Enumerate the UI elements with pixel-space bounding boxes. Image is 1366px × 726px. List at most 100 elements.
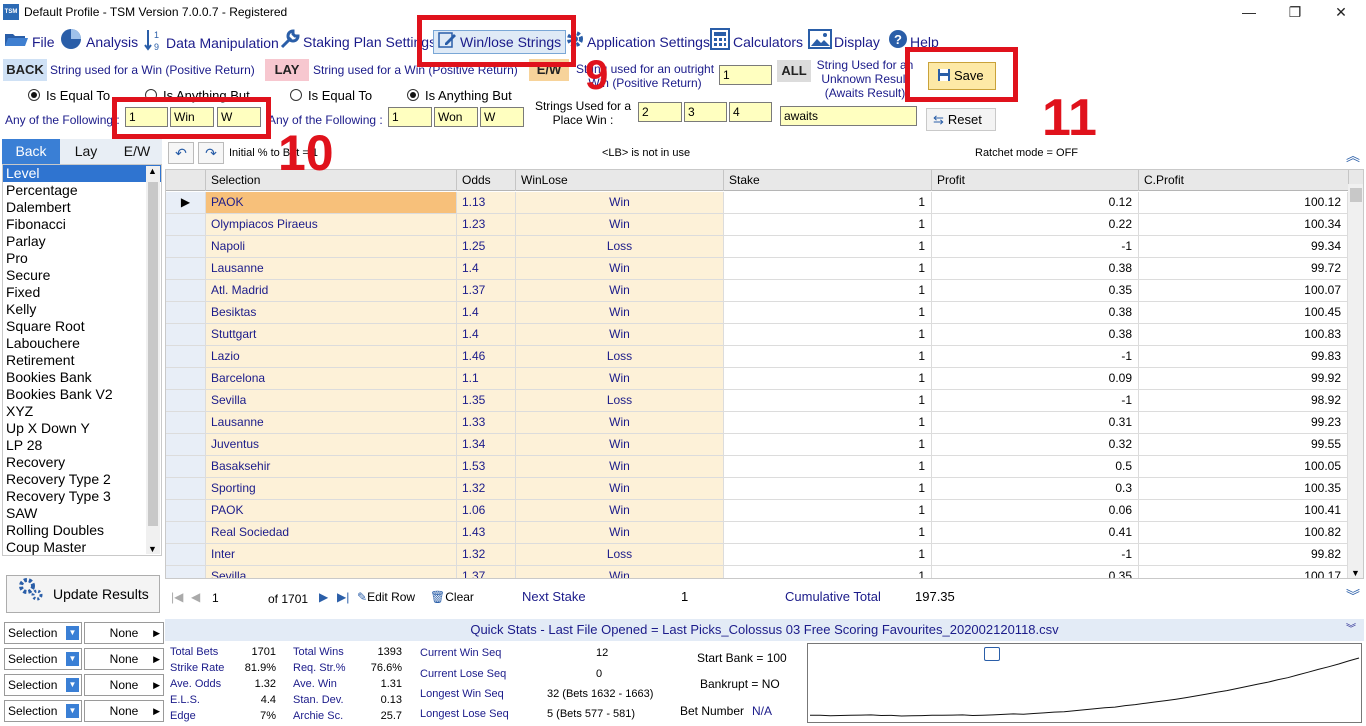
maximize-button[interactable]: ❐ xyxy=(1272,2,1318,22)
back-anything-option[interactable]: Is Anything But xyxy=(145,88,250,103)
plan-item[interactable]: Level xyxy=(3,165,161,182)
expand-chart-icon[interactable] xyxy=(984,647,1000,661)
cell-selection[interactable]: PAOK xyxy=(206,192,457,213)
filter-value-select[interactable]: None ▶ xyxy=(84,648,164,670)
back-string-1[interactable]: 1 xyxy=(125,107,168,127)
cell-profit[interactable]: 0.38 xyxy=(932,258,1139,279)
cell-winlose[interactable]: Win xyxy=(516,456,724,477)
cell-odds[interactable]: 1.25 xyxy=(457,236,516,257)
cell-selection[interactable]: Lausanne xyxy=(206,258,457,279)
cell-selection[interactable]: Atl. Madrid xyxy=(206,280,457,301)
back-equal-radio[interactable] xyxy=(28,89,40,101)
cell-winlose[interactable]: Win xyxy=(516,368,724,389)
lay-string-2[interactable]: Won xyxy=(434,107,478,127)
cell-selection[interactable]: Basaksehir xyxy=(206,456,457,477)
plan-item[interactable]: Parlay xyxy=(3,233,161,250)
cell-cprofit[interactable]: 99.34 xyxy=(1139,236,1348,257)
table-row[interactable]: Real Sociedad 1.43 Win 1 0.41 100.82 xyxy=(166,522,1348,544)
plan-item[interactable]: Coup Master xyxy=(3,539,161,555)
cell-odds[interactable]: 1.46 xyxy=(457,346,516,367)
lay-tag-button[interactable]: LAY xyxy=(265,59,309,81)
plan-item[interactable]: Fibonacci xyxy=(3,216,161,233)
cell-profit[interactable]: 0.38 xyxy=(932,302,1139,323)
table-row[interactable]: Lausanne 1.33 Win 1 0.31 99.23 xyxy=(166,412,1348,434)
update-results-button[interactable]: Update Results xyxy=(6,575,160,613)
cell-stake[interactable]: 1 xyxy=(724,390,932,411)
cell-selection[interactable]: Sevilla xyxy=(206,390,457,411)
table-row[interactable]: Sevilla 1.35 Loss 1 -1 98.92 xyxy=(166,390,1348,412)
redo-button[interactable]: ↷ xyxy=(198,142,224,164)
lay-anything-radio[interactable] xyxy=(407,89,419,101)
prev-record-icon[interactable]: ◀ xyxy=(191,590,200,604)
cell-cprofit[interactable]: 100.35 xyxy=(1139,478,1348,499)
cell-stake[interactable]: 1 xyxy=(724,456,932,477)
menu-file[interactable]: File xyxy=(4,28,55,56)
next-record-icon[interactable]: ▶ xyxy=(319,590,328,604)
cell-selection[interactable]: Stuttgart xyxy=(206,324,457,345)
row-header[interactable] xyxy=(166,324,206,345)
row-header[interactable] xyxy=(166,478,206,499)
cell-winlose[interactable]: Win xyxy=(516,478,724,499)
cell-cprofit[interactable]: 100.07 xyxy=(1139,280,1348,301)
cell-stake[interactable]: 1 xyxy=(724,280,932,301)
cell-cprofit[interactable]: 99.23 xyxy=(1139,412,1348,433)
back-string-2[interactable]: Win xyxy=(170,107,214,127)
cell-selection[interactable]: Besiktas xyxy=(206,302,457,323)
cell-winlose[interactable]: Win xyxy=(516,412,724,433)
clear-button[interactable]: 🗑Clear xyxy=(430,590,474,604)
plan-item[interactable]: Secure xyxy=(3,267,161,284)
row-header[interactable] xyxy=(166,544,206,565)
cell-winlose[interactable]: Loss xyxy=(516,390,724,411)
cell-profit[interactable]: 0.31 xyxy=(932,412,1139,433)
table-row[interactable]: Besiktas 1.4 Win 1 0.38 100.45 xyxy=(166,302,1348,324)
grid-scroll-down-icon[interactable]: ▼ xyxy=(1351,568,1360,578)
cell-odds[interactable]: 1.32 xyxy=(457,478,516,499)
cell-profit[interactable]: -1 xyxy=(932,544,1139,565)
plan-item[interactable]: Kelly xyxy=(3,301,161,318)
row-header[interactable] xyxy=(166,412,206,433)
menu-win-lose-strings[interactable]: Win/lose Strings xyxy=(433,30,567,54)
cell-odds[interactable]: 1.4 xyxy=(457,324,516,345)
table-row[interactable]: Sevilla 1.37 Win 1 0.35 100.17 xyxy=(166,566,1348,578)
cell-stake[interactable]: 1 xyxy=(724,566,932,578)
cell-selection[interactable]: Sporting xyxy=(206,478,457,499)
lay-string-3[interactable]: W xyxy=(480,107,524,127)
plan-item[interactable]: Square Root xyxy=(3,318,161,335)
cell-cprofit[interactable]: 100.82 xyxy=(1139,522,1348,543)
row-header[interactable] xyxy=(166,500,206,521)
table-row[interactable]: Olympiacos Piraeus 1.23 Win 1 0.22 100.34 xyxy=(166,214,1348,236)
cell-stake[interactable]: 1 xyxy=(724,368,932,389)
cell-profit[interactable]: -1 xyxy=(932,390,1139,411)
table-row[interactable]: Basaksehir 1.53 Win 1 0.5 100.05 xyxy=(166,456,1348,478)
lay-equal-radio[interactable] xyxy=(290,89,302,101)
menu-analysis[interactable]: Analysis xyxy=(60,28,138,56)
cell-stake[interactable]: 1 xyxy=(724,412,932,433)
plan-item[interactable]: Bookies Bank xyxy=(3,369,161,386)
minimize-button[interactable]: — xyxy=(1226,2,1272,22)
filter-field-select[interactable]: Selection ▼ xyxy=(4,648,82,670)
cell-odds[interactable]: 1.13 xyxy=(457,192,516,213)
cell-odds[interactable]: 1.06 xyxy=(457,500,516,521)
reset-button[interactable]: ⇆ Reset xyxy=(926,108,996,131)
cell-cprofit[interactable]: 98.92 xyxy=(1139,390,1348,411)
cell-stake[interactable]: 1 xyxy=(724,192,932,213)
cell-winlose[interactable]: Win xyxy=(516,214,724,235)
col-stake[interactable]: Stake xyxy=(724,170,932,191)
cell-cprofit[interactable]: 99.72 xyxy=(1139,258,1348,279)
cell-odds[interactable]: 1.34 xyxy=(457,434,516,455)
cell-stake[interactable]: 1 xyxy=(724,544,932,565)
cell-profit[interactable]: 0.35 xyxy=(932,566,1139,578)
row-header[interactable]: ▶ xyxy=(166,192,206,213)
cell-profit[interactable]: 0.35 xyxy=(932,280,1139,301)
back-tag-button[interactable]: BACK xyxy=(3,59,47,81)
table-row[interactable]: Inter 1.32 Loss 1 -1 99.82 xyxy=(166,544,1348,566)
plan-item[interactable]: Labouchere xyxy=(3,335,161,352)
back-anything-radio[interactable] xyxy=(145,89,157,101)
lay-anything-option[interactable]: Is Anything But xyxy=(407,88,512,103)
cell-selection[interactable]: Napoli xyxy=(206,236,457,257)
plan-item[interactable]: Recovery Type 3 xyxy=(3,488,161,505)
cell-odds[interactable]: 1.32 xyxy=(457,544,516,565)
cell-stake[interactable]: 1 xyxy=(724,434,932,455)
undo-button[interactable]: ↶ xyxy=(168,142,194,164)
menu-staking-plan-settings[interactable]: Staking Plan Settings xyxy=(279,28,436,56)
